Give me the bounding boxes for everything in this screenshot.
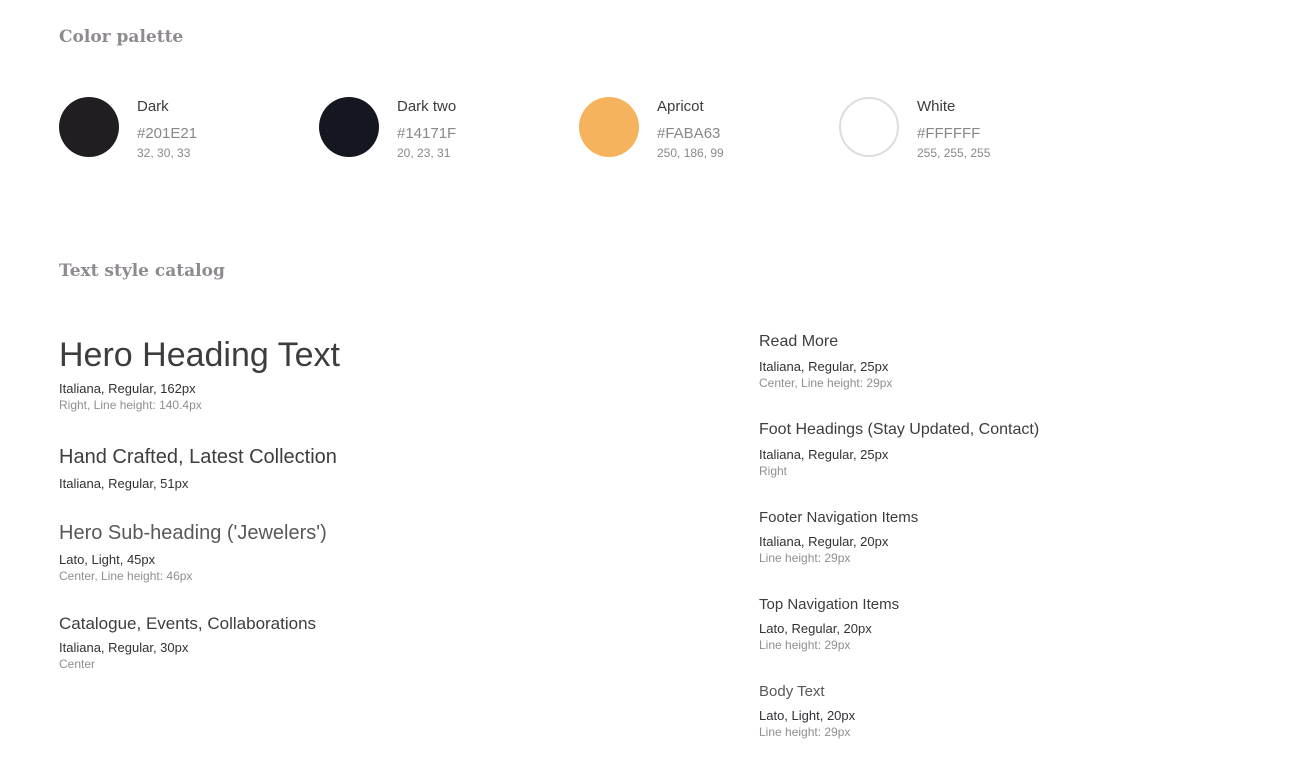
style-sample: Hand Crafted, Latest Collection (59, 446, 337, 468)
style-sample: Hero Sub-heading ('Jewelers') (59, 522, 327, 544)
color-rgb: 255, 255, 255 (917, 146, 991, 160)
style-sample: Catalogue, Events, Collaborations (59, 614, 317, 633)
text-style-catalogue-events: Catalogue, Events, Collaborations Italia… (59, 614, 316, 672)
text-style-foot-headings: Foot Headings (Stay Updated, Contact) It… (759, 421, 1039, 479)
style-meta: Line height: 29px (759, 551, 851, 566)
color-rgb: 20, 23, 31 (397, 146, 451, 160)
text-style-catalog-title: Text style catalog (59, 261, 225, 281)
style-spec: Italiana, Regular, 162px (59, 381, 196, 397)
text-style-body-text: Body Text Lato, Light, 20px Line height:… (759, 683, 855, 740)
color-dot (839, 97, 899, 157)
text-style-hand-crafted: Hand Crafted, Latest Collection Italiana… (59, 446, 337, 492)
style-meta: Line height: 29px (759, 725, 851, 740)
color-hex: #FABA63 (657, 125, 721, 142)
color-rgb: 32, 30, 33 (137, 146, 191, 160)
style-spec: Lato, Light, 45px (59, 552, 156, 567)
style-meta: Center, Line height: 46px (59, 569, 193, 583)
style-spec: Italiana, Regular, 25px (759, 447, 889, 463)
color-dot (579, 97, 639, 157)
color-swatch-white: White #FFFFFF 255, 255, 255 (839, 97, 1079, 167)
text-style-hero-heading: Hero Heading Text Italiana, Regular, 162… (59, 336, 340, 413)
style-sample: Top Navigation Items (759, 596, 900, 613)
color-palette-title: Color palette (59, 27, 184, 47)
text-style-top-navigation: Top Navigation Items Lato, Regular, 20px… (759, 596, 899, 653)
style-spec: Italiana, Regular, 20px (759, 534, 889, 550)
color-name: Dark two (397, 98, 457, 115)
style-spec: Lato, Light, 20px (759, 708, 856, 724)
style-sample: Foot Headings (Stay Updated, Contact) (759, 421, 1040, 438)
style-sample: Hero Heading Text (59, 336, 340, 374)
style-meta: Right, Line height: 140.4px (59, 398, 202, 413)
style-meta: Center (59, 656, 96, 671)
style-sample: Footer Navigation Items (759, 509, 919, 526)
color-swatch-dark: Dark #201E21 32, 30, 33 (59, 97, 299, 167)
style-spec: Italiana, Regular, 30px (59, 639, 189, 655)
text-style-footer-navigation: Footer Navigation Items Italiana, Regula… (759, 509, 918, 566)
style-meta: Right (759, 464, 788, 479)
color-hex: #201E21 (137, 125, 198, 142)
color-swatch-apricot: Apricot #FABA63 250, 186, 99 (579, 97, 819, 167)
color-rgb: 250, 186, 99 (657, 146, 724, 160)
color-hex: #14171F (397, 125, 457, 142)
color-dot (319, 97, 379, 157)
color-swatch-dark-two: Dark two #14171F 20, 23, 31 (319, 97, 559, 167)
color-name: Dark (137, 98, 169, 115)
style-spec: Lato, Regular, 20px (759, 621, 872, 637)
text-style-hero-subheading: Hero Sub-heading ('Jewelers') Lato, Ligh… (59, 522, 327, 584)
color-dot (59, 97, 119, 157)
text-style-read-more: Read More Italiana, Regular, 25px Center… (759, 333, 892, 391)
color-name: White (917, 98, 956, 115)
style-spec: Italiana, Regular, 25px (759, 359, 889, 375)
style-meta: Line height: 29px (759, 638, 851, 653)
color-hex: #FFFFFF (917, 125, 981, 142)
style-meta: Center, Line height: 29px (759, 376, 893, 391)
style-spec: Italiana, Regular, 51px (59, 476, 189, 491)
style-sample: Body Text (759, 683, 825, 700)
color-name: Apricot (657, 98, 704, 115)
style-sample: Read More (759, 333, 839, 350)
